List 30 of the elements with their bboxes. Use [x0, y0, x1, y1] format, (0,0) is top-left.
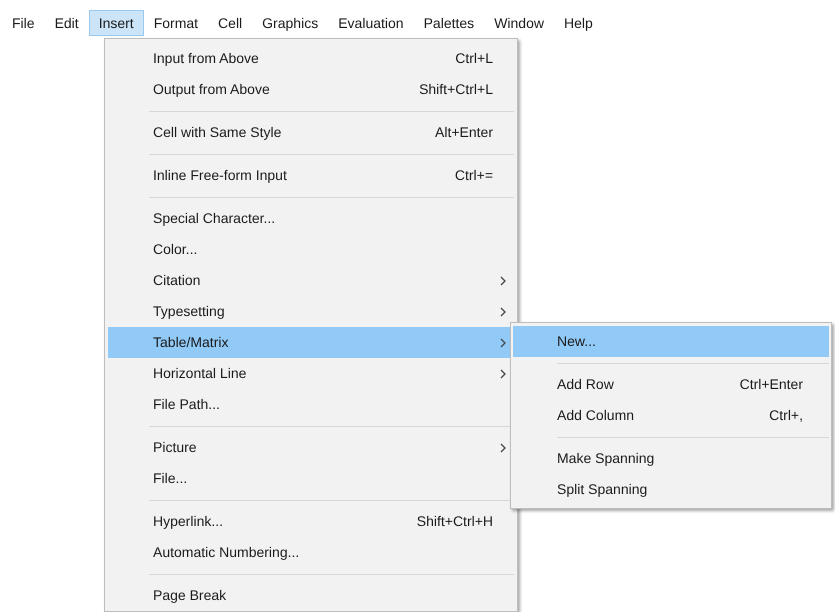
menu-item[interactable]: Automatic Numbering...: [108, 537, 514, 568]
menu-item[interactable]: File Path...: [108, 389, 514, 420]
menu-item[interactable]: Input from Above Ctrl+L: [108, 43, 514, 74]
menubar-item[interactable]: Window: [484, 10, 554, 36]
menu-item[interactable]: Hyperlink... Shift+Ctrl+H: [108, 506, 514, 537]
menu-item[interactable]: Typesetting: [108, 296, 514, 327]
menu-item[interactable]: Split Spanning: [513, 474, 829, 505]
menu-item[interactable]: Special Character...: [108, 203, 514, 234]
menu-item[interactable]: Picture: [108, 432, 514, 463]
menu-item[interactable]: Add Column Ctrl+,: [513, 400, 829, 431]
menubar-item[interactable]: Edit: [44, 10, 89, 36]
menu-item[interactable]: Output from Above Shift+Ctrl+L: [108, 74, 514, 105]
menubar-item[interactable]: Evaluation: [328, 10, 414, 36]
menubar-item[interactable]: Cell: [208, 10, 252, 36]
menubar-item[interactable]: Palettes: [414, 10, 484, 36]
menubar-item[interactable]: Insert: [88, 10, 144, 36]
menu-item[interactable]: File...: [108, 463, 514, 494]
menu-item[interactable]: New...: [513, 326, 829, 357]
menu-item[interactable]: Page Break: [108, 580, 514, 611]
menubar-item[interactable]: File: [2, 10, 45, 36]
menu-item[interactable]: Color...: [108, 234, 514, 265]
menu-item[interactable]: Cell with Same Style Alt+Enter: [108, 117, 514, 148]
menu-item[interactable]: Citation: [108, 265, 514, 296]
menu-item[interactable]: Add Row Ctrl+Enter: [513, 369, 829, 400]
menubar-item[interactable]: Graphics: [252, 10, 328, 36]
menu-item[interactable]: Horizontal Line: [108, 358, 514, 389]
menubar-item[interactable]: Help: [554, 10, 603, 36]
menu-item[interactable]: Make Spanning: [513, 443, 829, 474]
menubar-item[interactable]: Format: [144, 10, 208, 36]
menu-item[interactable]: Inline Free-form Input Ctrl+=: [108, 160, 514, 191]
